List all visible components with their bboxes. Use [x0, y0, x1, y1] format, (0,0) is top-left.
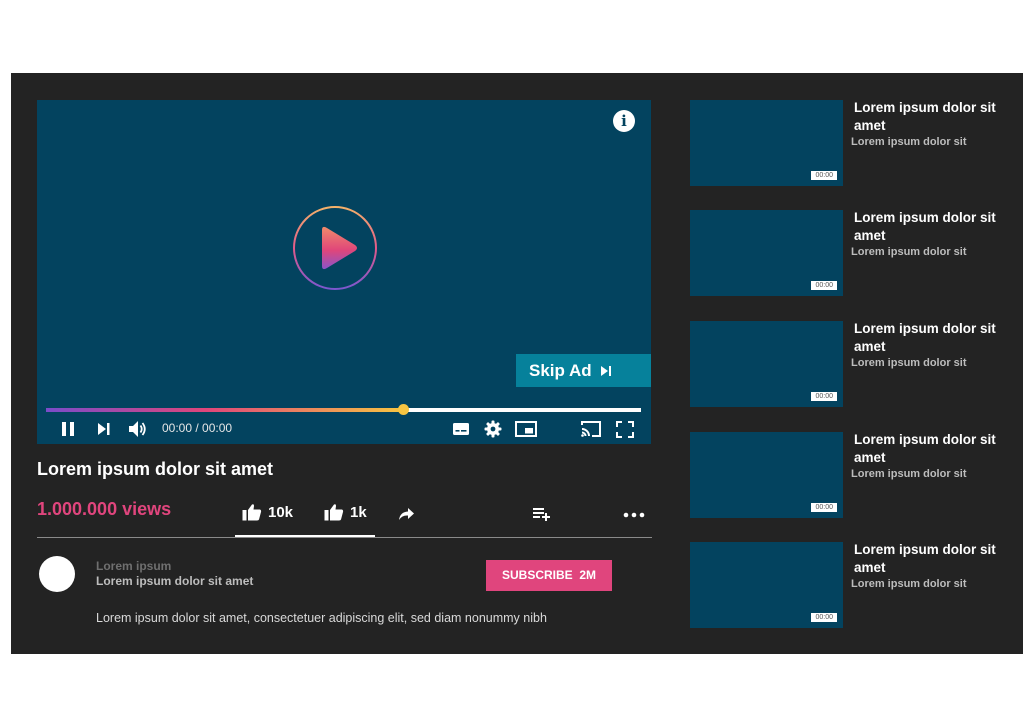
recommendation-subtitle: Lorem ipsum dolor sit — [851, 246, 967, 258]
progress-fill — [46, 408, 403, 412]
share-icon[interactable] — [398, 507, 415, 521]
recommendation-title[interactable]: Lorem ipsum dolor sit amet — [854, 209, 1004, 244]
recommendation-title[interactable]: Lorem ipsum dolor sit amet — [854, 99, 1004, 134]
recommendation-title[interactable]: Lorem ipsum dolor sit amet — [854, 541, 1004, 576]
recommendation-subtitle: Lorem ipsum dolor sit — [851, 136, 967, 148]
settings-icon[interactable] — [484, 420, 502, 438]
recommendation-title[interactable]: Lorem ipsum dolor sit amet — [854, 431, 1004, 466]
recommendation-subtitle: Lorem ipsum dolor sit — [851, 578, 967, 590]
recommendation-subtitle: Lorem ipsum dolor sit — [851, 468, 967, 480]
recommendation-item[interactable]: 00:00 Lorem ipsum dolor sit amet Lorem i… — [690, 542, 1020, 628]
recommendation-thumbnail[interactable]: 00:00 — [690, 100, 843, 186]
volume-icon[interactable] — [128, 420, 148, 438]
recommendation-item[interactable]: 00:00 Lorem ipsum dolor sit amet Lorem i… — [690, 100, 1020, 186]
duration-badge: 00:00 — [811, 392, 837, 401]
duration-badge: 00:00 — [811, 171, 837, 180]
like-button[interactable]: 10k — [242, 503, 293, 521]
more-options-icon[interactable] — [623, 512, 645, 518]
progress-knob[interactable] — [398, 404, 409, 415]
recommendation-item[interactable]: 00:00 Lorem ipsum dolor sit amet Lorem i… — [690, 432, 1020, 518]
time-display: 00:00 / 00:00 — [162, 421, 233, 435]
like-count: 10k — [268, 503, 294, 521]
subscriber-count: 2M — [579, 568, 597, 582]
recommendation-thumbnail[interactable]: 00:00 — [690, 542, 843, 628]
fullscreen-icon[interactable] — [616, 421, 634, 438]
play-icon[interactable] — [292, 205, 378, 291]
dislike-button[interactable]: 1k — [324, 503, 367, 521]
channel-subtitle: Lorem ipsum dolor sit amet — [96, 574, 254, 588]
video-description: Lorem ipsum dolor sit amet, consectetuer… — [96, 611, 547, 625]
next-icon[interactable] — [97, 422, 111, 436]
skip-ad-button[interactable]: Skip Ad — [516, 354, 651, 387]
thumbs-icon — [324, 504, 344, 521]
recommendation-item[interactable]: 00:00 Lorem ipsum dolor sit amet Lorem i… — [690, 321, 1020, 407]
subscribe-button[interactable]: SUBSCRIBE 2M — [486, 560, 612, 591]
duration-badge: 00:00 — [811, 613, 837, 622]
cast-icon[interactable] — [580, 420, 602, 438]
pause-icon[interactable] — [61, 421, 75, 437]
subscribe-label: SUBSCRIBE — [501, 568, 573, 582]
add-to-playlist-icon[interactable] — [532, 507, 551, 521]
duration-badge: 00:00 — [811, 503, 837, 512]
miniplayer-icon[interactable] — [515, 421, 537, 437]
recommendation-thumbnail[interactable]: 00:00 — [690, 432, 843, 518]
recommendation-title[interactable]: Lorem ipsum dolor sit amet — [854, 320, 1004, 355]
recommendation-thumbnail[interactable]: 00:00 — [690, 321, 843, 407]
recommendation-thumbnail[interactable]: 00:00 — [690, 210, 843, 296]
divider — [37, 537, 652, 538]
skip-ad-label: Skip Ad — [529, 360, 592, 380]
view-count: 1.000.000 views — [37, 499, 172, 519]
recommendation-subtitle: Lorem ipsum dolor sit — [851, 357, 967, 369]
channel-name[interactable]: Lorem ipsum — [96, 559, 171, 573]
thumbs-up-icon — [242, 504, 262, 521]
video-title: Lorem ipsum dolor sit amet — [37, 459, 274, 479]
progress-bar[interactable] — [46, 404, 641, 415]
duration-badge: 00:00 — [811, 281, 837, 290]
dislike-count: 1k — [350, 503, 367, 521]
skip-icon — [600, 365, 611, 376]
channel-avatar[interactable] — [39, 556, 75, 592]
captions-icon[interactable] — [452, 422, 470, 436]
info-icon[interactable]: i — [613, 110, 635, 132]
recommendation-item[interactable]: 00:00 Lorem ipsum dolor sit amet Lorem i… — [690, 210, 1020, 296]
